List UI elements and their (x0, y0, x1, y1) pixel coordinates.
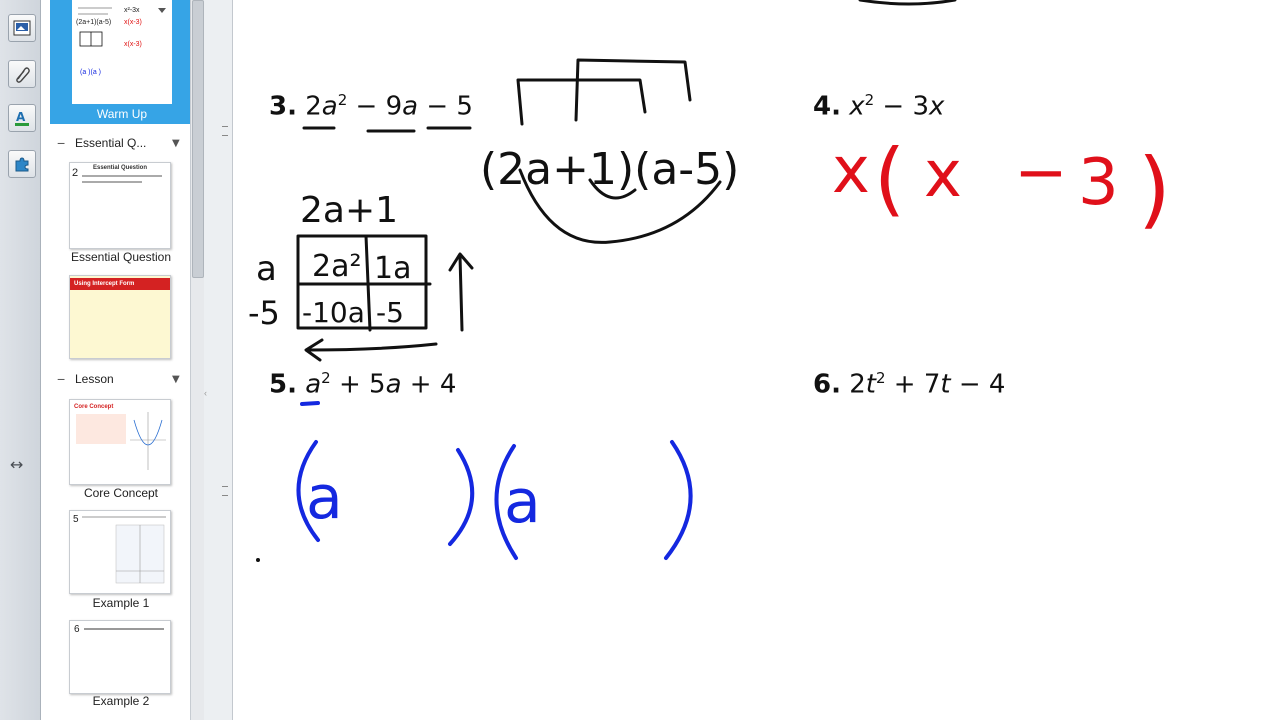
ink-box-left-bottom: -5 (248, 294, 280, 332)
ink-box-left-top: a (256, 249, 277, 289)
ink-p3-factored: (2a+1)(a-5) (480, 144, 739, 195)
ink-p4-three: 3 (1078, 146, 1119, 220)
ink-p4-minus: − (1014, 136, 1068, 210)
ink-box-cell: -10a (302, 296, 365, 329)
ink-p5-a: a (306, 463, 343, 533)
ink-p5-paren (664, 440, 693, 560)
ink-p4-open-paren: ( (874, 132, 905, 225)
ink-p4-inner-x: x (924, 138, 962, 212)
ink-p5-underline (300, 401, 320, 406)
ink-p4-close-paren: ) (1138, 140, 1171, 238)
ink-p4-x: x (832, 134, 870, 208)
ink-top-stroke (858, 0, 957, 6)
ink-pairing-arc (516, 78, 647, 126)
ink-box-cell: 1a (374, 251, 411, 286)
ink-layer: (2a+1)(a-5) 2a+1 a -5 2a² 1a -10a -5 x (… (248, 0, 1171, 562)
ink-blue (296, 401, 693, 560)
ink-arrow-up-icon (448, 252, 474, 332)
ink-box-top-label: 2a+1 (300, 190, 398, 231)
ink-p5-a: a (504, 467, 541, 537)
ink-dot (256, 558, 260, 562)
ink-box-cell: 2a² (312, 249, 362, 284)
ink-red-text: x ( x − 3 ) (832, 132, 1171, 238)
ink-blue-text: a a (306, 463, 541, 537)
ink-arrow-left-icon (304, 338, 438, 362)
ink-black-text: (2a+1)(a-5) 2a+1 a -5 2a² 1a -10a -5 (248, 144, 739, 332)
ink-p5-paren (448, 448, 475, 546)
ink-pairing-arc (574, 58, 692, 122)
ink-box-cell: -5 (376, 296, 404, 329)
